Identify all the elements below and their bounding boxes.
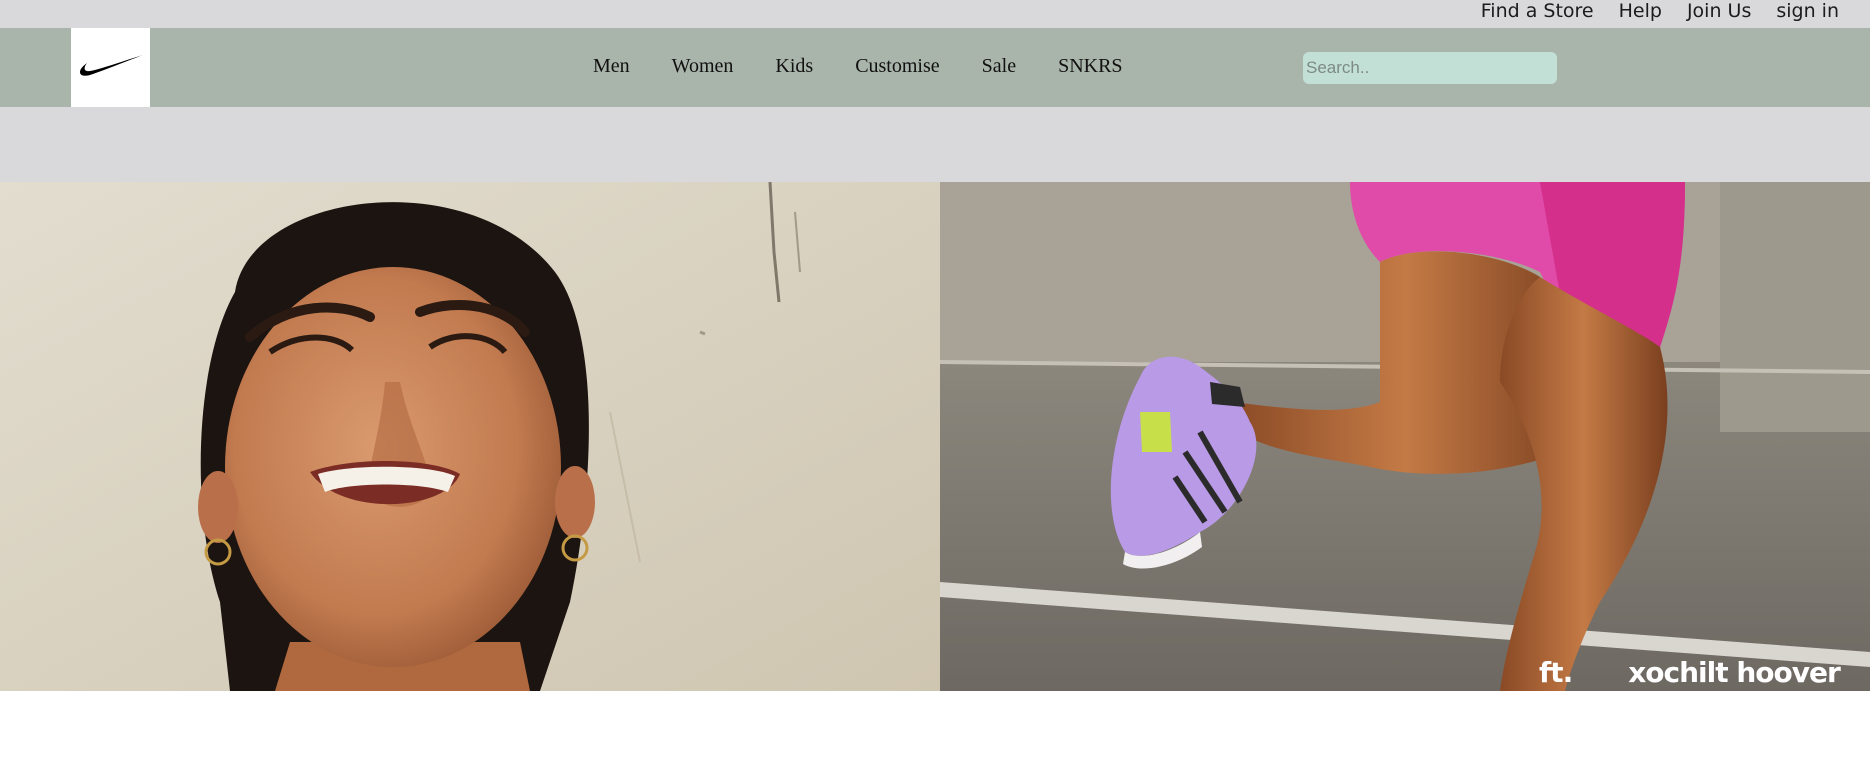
nav-item-women[interactable]: Women <box>672 55 734 78</box>
find-a-store-link[interactable]: Find a Store <box>1481 0 1594 22</box>
category-nav: Men Women Kids Customise Sale SNKRS <box>593 55 1123 78</box>
join-us-link[interactable]: Join Us <box>1687 0 1751 22</box>
search-input[interactable] <box>1303 52 1557 84</box>
main-nav: Men Women Kids Customise Sale SNKRS <box>0 28 1870 107</box>
page-content-area <box>0 691 1870 758</box>
utility-bar: Find a Store Help Join Us sign in <box>0 0 1870 28</box>
logo[interactable] <box>71 28 150 107</box>
nav-item-customise[interactable]: Customise <box>855 55 939 78</box>
credit-prefix: ft. <box>1539 656 1573 689</box>
credit-name: xochilt hoover <box>1628 656 1841 689</box>
utility-links: Find a Store Help Join Us sign in <box>1481 0 1839 22</box>
hero-banner[interactable]: ft. xochilt hoover <box>0 182 1870 691</box>
help-link[interactable]: Help <box>1619 0 1662 22</box>
nav-item-kids[interactable]: Kids <box>775 55 813 78</box>
header-spacer <box>0 107 1870 182</box>
hero-image-runner <box>940 182 1870 691</box>
nav-item-men[interactable]: Men <box>593 55 630 78</box>
nav-item-snkrs[interactable]: SNKRS <box>1058 55 1122 78</box>
swoosh-icon <box>80 55 143 76</box>
hero-credit: ft. xochilt hoover <box>1539 656 1841 689</box>
sign-in-link[interactable]: sign in <box>1776 0 1839 22</box>
nav-item-sale[interactable]: Sale <box>982 55 1016 78</box>
hero-image-smiling-woman <box>0 182 940 691</box>
